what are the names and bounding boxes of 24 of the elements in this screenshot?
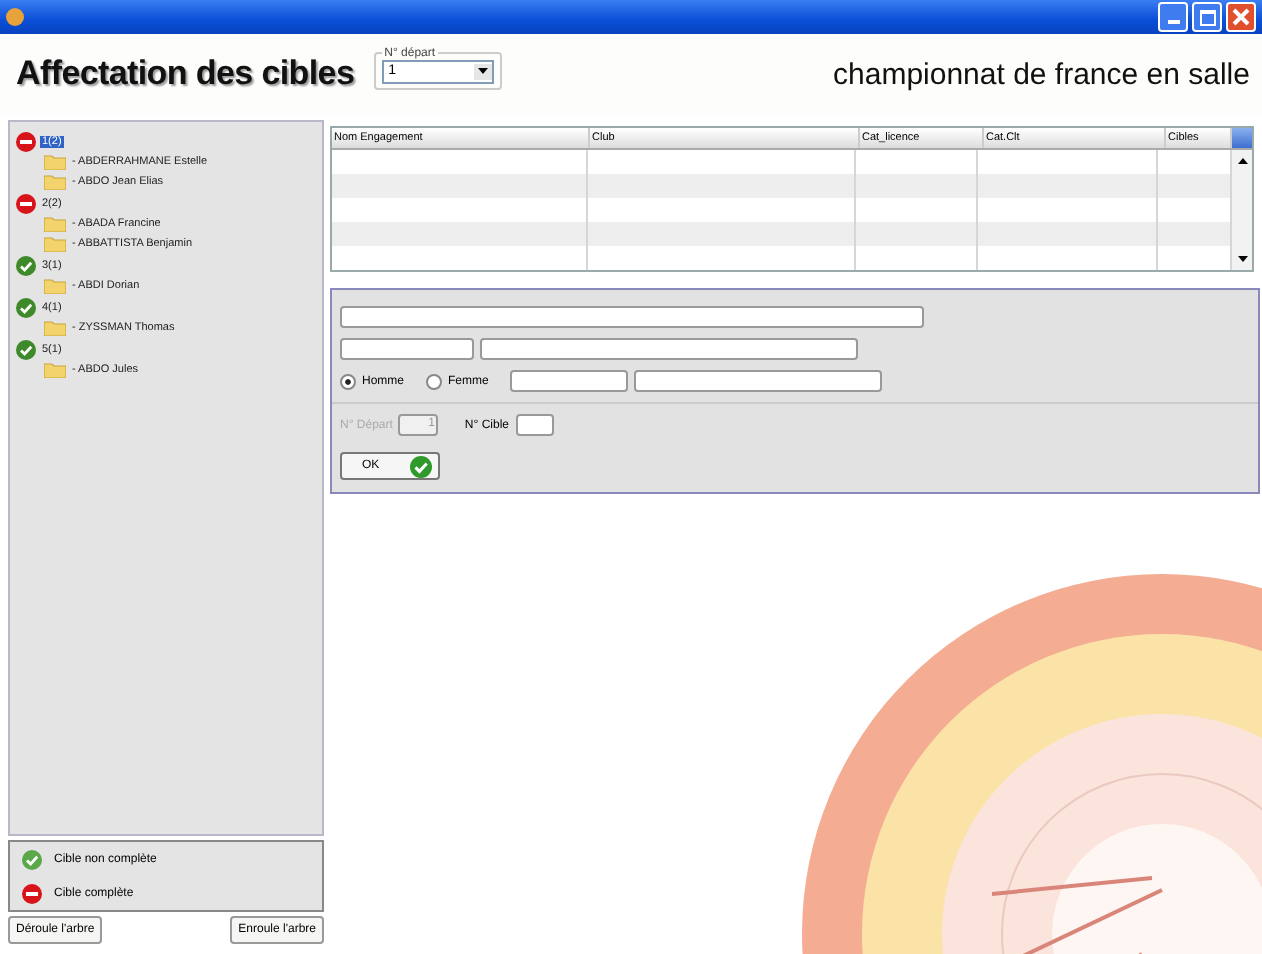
- input-field[interactable]: [340, 338, 474, 360]
- event-title: championnat de france en salle: [833, 57, 1250, 91]
- folder-icon: [44, 154, 66, 170]
- caret-icon: [478, 68, 489, 74]
- folder-icon: [44, 216, 66, 232]
- close-button[interactable]: [1226, 2, 1256, 32]
- input-field[interactable]: [634, 370, 883, 392]
- check-icon: [410, 455, 432, 477]
- folder-icon: [44, 236, 66, 252]
- input-field[interactable]: [510, 370, 629, 392]
- minimize-button[interactable]: [1158, 2, 1188, 32]
- input-field[interactable]: [340, 306, 924, 328]
- folder-icon: [44, 278, 66, 294]
- scroll-bar[interactable]: [1232, 150, 1252, 270]
- input-field[interactable]: [480, 338, 858, 360]
- maximize-button[interactable]: [1192, 2, 1222, 32]
- radio-button[interactable]: [426, 373, 443, 389]
- page-title: Affectation des cibles: [16, 54, 355, 94]
- folder-icon: [44, 320, 66, 336]
- folder-icon: [44, 362, 66, 378]
- app-icon: [6, 8, 24, 26]
- folder-icon: [44, 174, 66, 190]
- radio-button[interactable]: [340, 373, 356, 389]
- cible-field[interactable]: [515, 414, 553, 436]
